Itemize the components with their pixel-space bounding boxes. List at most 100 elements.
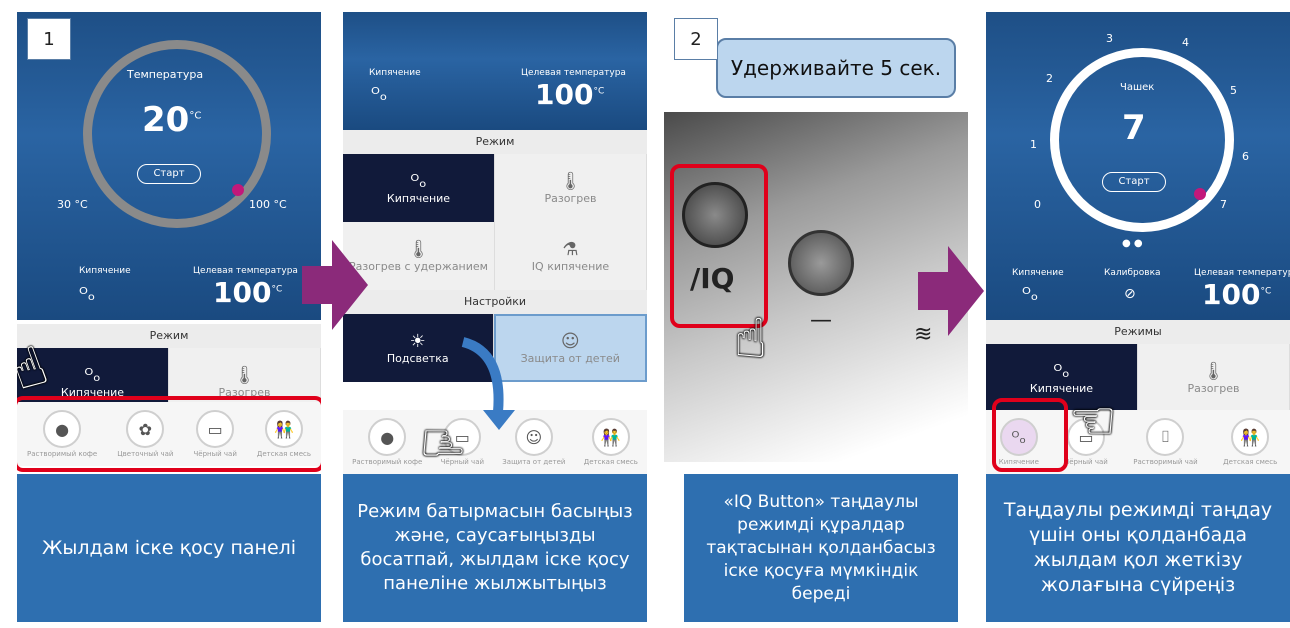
- target-number: 100: [535, 78, 594, 111]
- dial-handle[interactable]: [1194, 188, 1206, 200]
- thermometer-icon: 🌡: [559, 171, 582, 192]
- bubbles-icon: ᴼₒ: [84, 365, 101, 386]
- mode-label: Кипячение: [386, 192, 451, 205]
- cups-label: Чашек: [1120, 82, 1155, 93]
- caption-3: «IQ Button» таңдаулы режимді құралдар та…: [684, 474, 958, 622]
- mode-heat[interactable]: 🌡 Разогрев: [1138, 344, 1290, 412]
- mode-heat[interactable]: 🌡 Разогрев: [495, 154, 647, 222]
- calibration-icon[interactable]: ⊘: [1124, 286, 1136, 302]
- mode-iq-boil[interactable]: ⚗ IQ кипячение: [495, 222, 647, 290]
- mode-boil[interactable]: ᴼₒ Кипячение: [343, 154, 495, 222]
- bubbles-icon: ᴼₒ: [1053, 361, 1070, 382]
- mode-label: Разогрев: [544, 192, 597, 205]
- drag-arrow-icon: [461, 337, 515, 430]
- kids-icon: 👫: [591, 418, 630, 456]
- quick-item-label: Детская смесь: [1223, 458, 1278, 466]
- caption-4: Таңдаулы режимді таңдау үшін оны қолданб…: [986, 474, 1290, 622]
- modes-title: Режимы: [986, 320, 1290, 344]
- page-dots: ● ●: [1122, 238, 1143, 249]
- dial-number-1: 1: [1030, 138, 1037, 151]
- dial-number-2: 2: [1046, 72, 1053, 85]
- cups-value: 7: [1122, 108, 1146, 148]
- calibration-label: Калибровка: [1104, 268, 1161, 278]
- settings-title: Настройки: [343, 290, 647, 314]
- thermometer-icon: 🌡: [1202, 361, 1225, 382]
- panel-2: Кипячение ᴼₒ Целевая температура 100°C Р…: [343, 12, 647, 622]
- dial-handle[interactable]: [232, 184, 244, 196]
- mode-row-2: 🌡 Разогрев с удержанием ⚗ IQ кипячение: [343, 222, 647, 290]
- target-unit: °C: [1260, 286, 1272, 297]
- bubbles-icon: ᴼₒ: [79, 284, 96, 305]
- caption-1: Жылдам іске қосу панелі: [17, 474, 321, 622]
- panel-1: 1 Температура 20°C Старт 30 °C 100 °C Ки…: [17, 12, 321, 622]
- mode-label: IQ кипячение: [531, 260, 610, 273]
- target-value: 100°C: [535, 78, 604, 111]
- boil-label: Кипячение: [79, 266, 131, 276]
- thermometer-icon: 🌡: [233, 365, 256, 386]
- start-button[interactable]: Старт: [137, 164, 201, 184]
- boil-label: Кипячение: [369, 68, 421, 78]
- quick-item-baby-formula[interactable]: 👫 Детская смесь: [584, 418, 638, 466]
- target-value: 100°C: [213, 276, 282, 309]
- mode-label: Разогрев с удержанием: [349, 260, 488, 273]
- quick-item-instant-tea[interactable]: ⌷ Растворимый чай: [1133, 418, 1198, 466]
- mode-title: Режим: [343, 130, 647, 154]
- target-label: Целевая температура: [521, 68, 626, 78]
- start-button[interactable]: Старт: [1102, 172, 1166, 192]
- panel-4: 0 1 2 3 4 5 6 7 Чашек 7 Старт ● ● Кипяче…: [986, 12, 1290, 622]
- target-label: Целевая температура: [193, 266, 298, 276]
- minus-icon: —: [810, 308, 832, 333]
- child-lock-icon: ☺: [560, 331, 580, 352]
- quick-item-label: Детская смесь: [583, 458, 638, 466]
- temperature-unit: °C: [189, 110, 202, 122]
- bubbles-icon: ᴼₒ: [371, 84, 388, 105]
- mode-label: Кипячение: [1029, 382, 1094, 395]
- thermometer-icon: 🌡: [407, 239, 430, 260]
- boil-label: Кипячение: [1012, 268, 1064, 278]
- target-unit: °C: [271, 284, 283, 295]
- hold-callout: Удерживайте 5 сек.: [716, 38, 956, 98]
- min-temp-label: 30 °C: [57, 198, 88, 211]
- quick-item-label: Защита от детей: [502, 458, 566, 466]
- minus-button[interactable]: [788, 230, 854, 296]
- target-number: 100: [1202, 278, 1261, 311]
- dial-number-4: 4: [1182, 36, 1189, 49]
- dial-number-0: 0: [1034, 198, 1041, 211]
- mode-row-1: ᴼₒ Кипячение 🌡 Разогрев: [343, 154, 647, 222]
- coffee-bean-icon: ●: [368, 418, 407, 456]
- boil-quick-item-highlight: [992, 398, 1068, 472]
- dial-number-5: 5: [1230, 84, 1237, 97]
- setting-label: Подсветка: [386, 352, 449, 365]
- mode-title: Режим: [17, 324, 321, 348]
- temperature-value: 20°C: [142, 100, 201, 140]
- step-badge: 1: [27, 18, 71, 60]
- next-arrow-icon: [918, 246, 984, 336]
- target-value: 100°C: [1202, 278, 1271, 311]
- temperature-number: 20: [142, 100, 190, 140]
- target-unit: °C: [593, 86, 605, 97]
- quick-item-label: Растворимый чай: [1133, 458, 1198, 466]
- dial-number-6: 6: [1242, 150, 1249, 163]
- step-badge: 2: [674, 18, 718, 60]
- mode-label: Разогрев: [1187, 382, 1240, 395]
- max-temp-label: 100 °C: [249, 198, 287, 211]
- quick-item-label: Чёрный чай: [1064, 458, 1108, 466]
- pointing-hand-icon: ☝: [1062, 404, 1126, 438]
- caption-2: Режим батырмасын басыңыз және, саусағыңы…: [343, 474, 647, 622]
- pointing-hand-icon: ☝: [410, 426, 474, 460]
- dial-number-7: 7: [1220, 198, 1227, 211]
- dial-number-3: 3: [1106, 32, 1113, 45]
- next-arrow-icon: [302, 240, 368, 330]
- temperature-label: Температура: [127, 68, 204, 81]
- iq-icon: ⚗: [562, 239, 579, 260]
- bubbles-icon: ᴼₒ: [410, 171, 427, 192]
- bulb-icon: ☀: [409, 331, 426, 352]
- quick-item-baby-formula[interactable]: 👫 Детская смесь: [1223, 418, 1277, 466]
- iq-button-highlight: [670, 164, 768, 328]
- tea-bag-icon: ⌷: [1146, 418, 1185, 456]
- kids-icon: 👫: [1231, 418, 1270, 456]
- bubbles-icon: ᴼₒ: [1022, 284, 1039, 305]
- target-number: 100: [213, 276, 272, 309]
- target-label: Целевая температура: [1194, 268, 1290, 278]
- quick-bar-highlight: [17, 396, 321, 472]
